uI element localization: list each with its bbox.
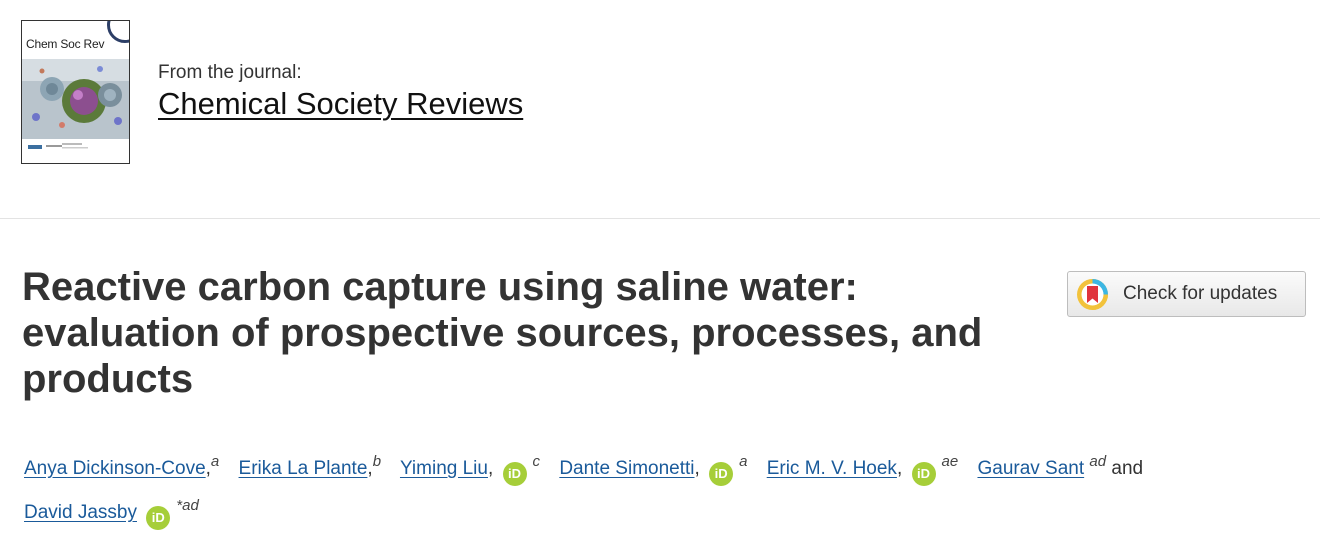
author-affiliation: b bbox=[372, 453, 382, 470]
author-affiliation: ae bbox=[941, 453, 959, 470]
author-affiliation: a bbox=[739, 453, 748, 470]
author-affiliation: *ad bbox=[176, 497, 199, 514]
orcid-icon[interactable]: iD bbox=[502, 462, 527, 486]
author-link[interactable]: Eric M. V. Hoek bbox=[767, 458, 897, 479]
author-affiliation: c bbox=[532, 453, 541, 470]
author-link[interactable]: Dante Simonetti bbox=[559, 458, 694, 479]
author-affiliation: a bbox=[210, 453, 220, 470]
crossmark-icon bbox=[1077, 279, 1108, 310]
orcid-icon[interactable]: iD bbox=[709, 462, 734, 486]
orcid-icon[interactable]: iD bbox=[911, 462, 936, 486]
cover-artwork bbox=[22, 59, 129, 157]
authors-conjunction: and bbox=[1111, 458, 1144, 479]
journal-name-link[interactable]: Chemical Society Reviews bbox=[158, 86, 523, 122]
author-affiliation: ad bbox=[1089, 453, 1107, 470]
journal-cover-image[interactable]: Chem Soc Rev bbox=[21, 20, 130, 164]
author-link[interactable]: David Jassby bbox=[24, 502, 137, 523]
orcid-icon[interactable]: iD bbox=[146, 506, 171, 530]
journal-from-label: From the journal: bbox=[158, 62, 302, 83]
author-link[interactable]: Gaurav Sant bbox=[977, 458, 1084, 479]
check-for-updates-button[interactable]: Check for updates bbox=[1067, 271, 1306, 317]
check-for-updates-label: Check for updates bbox=[1123, 283, 1278, 304]
author-list: Anya Dickinson-Cove,a Erika La Plante,b … bbox=[24, 443, 1304, 531]
author-link[interactable]: Erika La Plante bbox=[239, 458, 368, 479]
article-title: Reactive carbon capture using saline wat… bbox=[22, 265, 983, 401]
journal-header: Chem Soc Rev From the journal: Chemical … bbox=[0, 0, 1320, 219]
cover-title: Chem Soc Rev bbox=[26, 37, 105, 51]
cover-arc-decoration bbox=[107, 21, 129, 43]
author-link[interactable]: Yiming Liu bbox=[400, 458, 488, 479]
author-link[interactable]: Anya Dickinson-Cove bbox=[24, 458, 206, 479]
